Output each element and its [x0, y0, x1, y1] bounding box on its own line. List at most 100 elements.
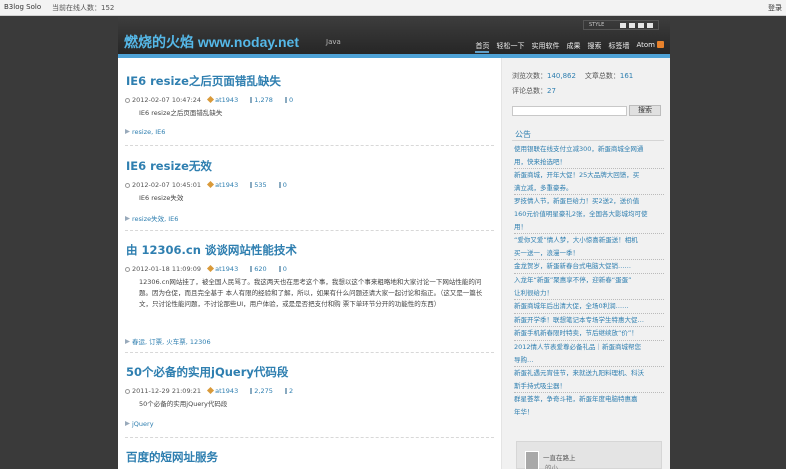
- author-icon: [207, 180, 215, 189]
- comments-icon: [278, 266, 281, 272]
- post-meta: 2012-02-07 10:47:24 at1943 1,278 0: [125, 95, 298, 104]
- notice-item[interactable]: 2012情人节表爱尊必备礼品｜新蛋商城帮您: [514, 339, 664, 354]
- comments-icon: [284, 97, 287, 103]
- tag-icon: [125, 129, 130, 134]
- main-nav: 首页 轻松一下 实用软件 成果 搜索 标签墙 Atom: [475, 41, 664, 53]
- post-views[interactable]: 2,275: [254, 387, 273, 395]
- post-tags: 春运, 订票, 火车票, 12306: [125, 336, 211, 346]
- login-link[interactable]: 登录: [768, 3, 782, 13]
- notice-item[interactable]: 群星荟萃，争奇斗艳，新蛋年度电脑特惠嘉: [514, 392, 664, 406]
- post-comments[interactable]: 0: [283, 181, 287, 189]
- post-abstract: 50个必备的实用jQuery代码段: [139, 400, 228, 408]
- articles-count: 161: [619, 72, 634, 80]
- notice-item[interactable]: 斯手持式吸尘器！: [514, 380, 664, 393]
- post-author[interactable]: at1943: [215, 181, 238, 189]
- notice-item[interactable]: 新蛋商城，开年大促！25大品牌大回馈，买: [514, 168, 664, 182]
- post-date: 2012-02-07 10:47:24: [132, 96, 202, 104]
- search-button[interactable]: 搜索: [629, 105, 661, 116]
- nav-search[interactable]: 搜索: [587, 41, 601, 53]
- notice-list: 使用银联在线支付立减300，新蛋商城全网通 用，快来抢选吧！ 新蛋商城，开年大促…: [514, 143, 664, 418]
- post-comments[interactable]: 0: [283, 265, 287, 273]
- style-switcher: STYLE: [583, 20, 659, 30]
- author-icon: [207, 264, 215, 273]
- profile-card: 一直在路上 的小: [516, 441, 662, 469]
- notice-item[interactable]: 金龙贺岁，新蛋新春台式电脑大促销……: [514, 259, 664, 273]
- post-comments[interactable]: 0: [289, 96, 293, 104]
- style-swatch[interactable]: [638, 23, 644, 28]
- style-swatch[interactable]: [629, 23, 635, 28]
- notice-item[interactable]: 新蛋手机新春限时特卖，节后继续放“价”！: [514, 326, 664, 340]
- post-author[interactable]: at1943: [215, 387, 238, 395]
- notice-item[interactable]: 罗技情人节，新蛋巨给力！买2送2，送价值: [514, 194, 664, 208]
- post-title[interactable]: IE6 resize无效: [126, 158, 212, 174]
- notice-item[interactable]: 让利很给力！: [514, 287, 664, 300]
- tag-link[interactable]: 春运, 订票, 火车票, 12306: [132, 338, 211, 346]
- comments-icon: [284, 388, 287, 394]
- notice-item[interactable]: 160元价值明星豪礼2张，全国各大影城均可使: [514, 208, 664, 221]
- post-author[interactable]: at1943: [215, 265, 238, 273]
- search-input[interactable]: [512, 106, 627, 116]
- clock-icon: [125, 389, 130, 394]
- post-title[interactable]: 50个必备的实用jQuery代码段: [126, 364, 288, 380]
- nav-results[interactable]: 成果: [566, 41, 580, 53]
- post-comments[interactable]: 2: [289, 387, 293, 395]
- views-icon: [250, 266, 253, 272]
- notice-item[interactable]: 使用银联在线支付立减300，新蛋商城全网通: [514, 143, 664, 156]
- post-title[interactable]: 由 12306.cn 谈谈网站性能技术: [126, 242, 297, 258]
- post-date: 2011-12-29 21:09:21: [132, 387, 202, 395]
- notice-item[interactable]: 买一送一，浪漫一季！: [514, 247, 664, 260]
- notice-item[interactable]: 入龙年“新蛋”聚惠享不停，迎新春“蛋蛋”: [514, 272, 664, 287]
- post-meta: 2011-12-29 21:09:21 at1943 2,275 2: [125, 386, 298, 395]
- post-tags: resize失效, IE6: [125, 213, 178, 223]
- tag-link[interactable]: resize, IE6: [132, 128, 165, 136]
- post-divider: [125, 230, 494, 231]
- notice-item[interactable]: 用，快来抢选吧！: [514, 156, 664, 169]
- top-bar: B3log Solo 当前在线人数：152 登录: [0, 0, 786, 16]
- post-title[interactable]: 百度的短网址服务: [126, 449, 218, 465]
- nav-relax[interactable]: 轻松一下: [496, 41, 524, 53]
- sidebar: 浏览次数：140,862 文章总数：161 评论总数：27 搜索 公告 使用银联…: [501, 58, 670, 469]
- comments-count: 27: [547, 87, 556, 95]
- nav-atom-label: Atom: [636, 41, 655, 49]
- notice-item[interactable]: 新蛋礼遇元宵佳节，来就送九阳料理机、科沃: [514, 366, 664, 380]
- post-views[interactable]: 535: [254, 181, 266, 189]
- post-author[interactable]: at1943: [215, 96, 238, 104]
- site-title[interactable]: 燃烧的火焰 www.noday.net: [124, 32, 299, 52]
- tag-link[interactable]: jQuery: [132, 420, 154, 428]
- post-divider: [125, 352, 494, 353]
- post-views[interactable]: 1,278: [254, 96, 273, 104]
- post-title[interactable]: IE6 resize之后页面错乱缺失: [126, 73, 281, 89]
- rss-icon: [657, 41, 664, 48]
- tag-icon: [125, 421, 130, 426]
- comments-label: 评论总数：: [512, 87, 547, 95]
- notice-item[interactable]: 满立减，多重豪券。: [514, 182, 664, 195]
- post-date: 2012-01-18 11:09:09: [132, 265, 202, 273]
- stats-row: 浏览次数：140,862 文章总数：161: [512, 71, 633, 81]
- notice-item[interactable]: “爱你又爱”情人梦，大小惊喜新蛋送！相机: [514, 233, 664, 247]
- nav-home[interactable]: 首页: [475, 41, 490, 53]
- site-subtitle: Java: [326, 38, 341, 46]
- notice-item[interactable]: 导购…: [514, 354, 664, 367]
- profile-sub: 的小: [545, 464, 558, 469]
- post-views[interactable]: 620: [254, 265, 266, 273]
- post-tags: resize, IE6: [125, 128, 165, 136]
- nav-tags[interactable]: 标签墙: [608, 41, 629, 53]
- notice-item[interactable]: 用！: [514, 221, 664, 234]
- avatar[interactable]: [525, 451, 539, 469]
- style-swatch[interactable]: [647, 23, 653, 28]
- style-swatch[interactable]: [620, 23, 626, 28]
- post-meta: 2012-02-07 10:45:01 at1943 535 0: [125, 180, 292, 189]
- comments-icon: [278, 182, 281, 188]
- profile-name: 一直在路上: [543, 454, 576, 462]
- views-label: 浏览次数：: [512, 72, 547, 80]
- nav-atom[interactable]: Atom: [636, 41, 664, 53]
- notice-item[interactable]: 新蛋开学季！联想笔记本专场学生特惠大促…: [514, 312, 664, 327]
- tag-link[interactable]: resize失效, IE6: [132, 215, 178, 223]
- brand-label[interactable]: B3log Solo: [4, 3, 41, 11]
- nav-software[interactable]: 实用软件: [531, 41, 559, 53]
- clock-icon: [125, 183, 130, 188]
- author-icon: [207, 95, 215, 104]
- views-count: 140,862: [547, 72, 576, 80]
- notice-item[interactable]: 新蛋商城年后出清大促，全场0利润……: [514, 299, 664, 313]
- notice-item[interactable]: 年华！: [514, 406, 664, 419]
